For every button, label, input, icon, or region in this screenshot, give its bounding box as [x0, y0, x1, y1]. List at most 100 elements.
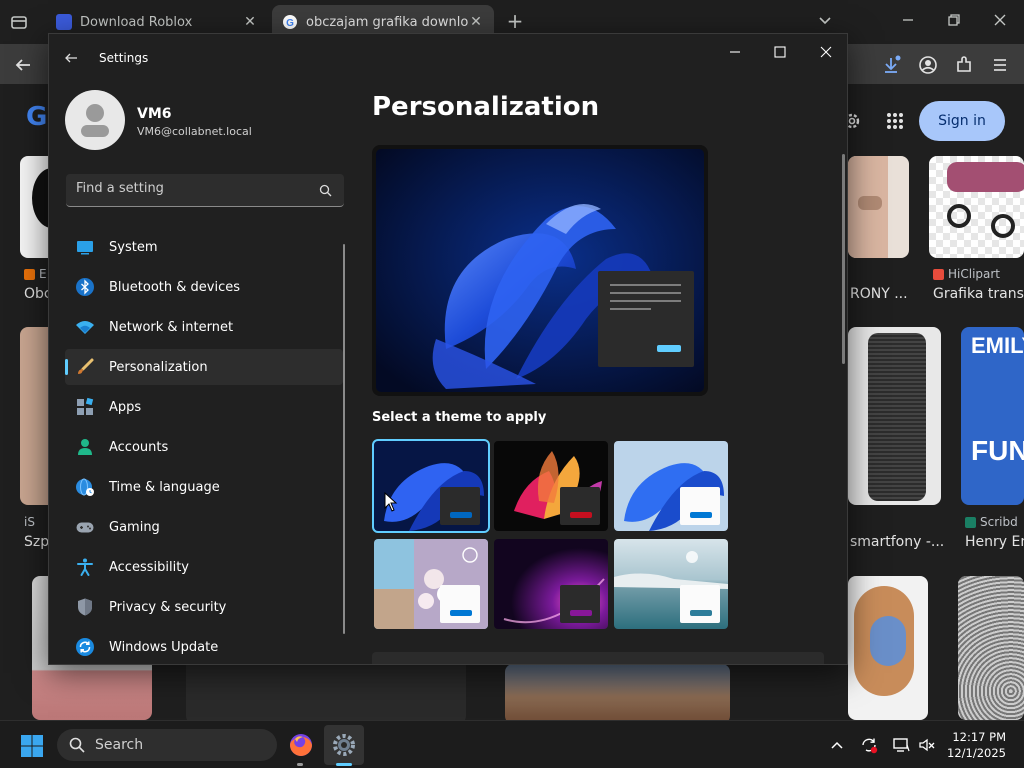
- nav-item-accessibility[interactable]: Accessibility: [65, 549, 343, 585]
- result-thumbnail[interactable]: EMILY FUN: [961, 327, 1024, 505]
- result-source: Scribd: [965, 515, 1018, 529]
- nav-scrollbar[interactable]: [343, 244, 345, 634]
- avatar[interactable]: [65, 90, 125, 150]
- profile-icon[interactable]: [917, 54, 939, 76]
- search-icon[interactable]: [319, 184, 332, 197]
- nav-item-time-language[interactable]: Time & language: [65, 469, 343, 505]
- restore-icon[interactable]: [944, 10, 964, 30]
- clock-date: 12/1/2025: [947, 746, 1006, 760]
- theme-tile-glow[interactable]: [494, 441, 608, 531]
- nav-item-bluetooth[interactable]: Bluetooth & devices: [65, 269, 343, 305]
- main-scrollbar[interactable]: [842, 154, 845, 364]
- person-icon: [78, 439, 92, 455]
- network-display-icon[interactable]: [892, 736, 910, 754]
- shield-icon: [78, 598, 92, 616]
- tab-close-icon[interactable]: ✕: [468, 14, 484, 30]
- google-logo[interactable]: G: [26, 102, 47, 132]
- bloom-wallpaper-preview: [376, 149, 704, 392]
- close-icon[interactable]: [816, 42, 836, 62]
- nav-item-label: Gaming: [109, 519, 160, 535]
- result-thumbnail[interactable]: [848, 576, 928, 720]
- nav-item-gaming[interactable]: Gaming: [65, 509, 343, 545]
- taskbar-search[interactable]: Search: [57, 729, 277, 761]
- nav-item-label: Accessibility: [109, 559, 189, 575]
- nav-item-label: Personalization: [109, 359, 208, 375]
- result-title[interactable]: Henry En: [965, 534, 1024, 550]
- result-thumbnail[interactable]: [848, 156, 909, 258]
- back-arrow-icon[interactable]: [63, 50, 79, 66]
- result-title[interactable]: Szp: [24, 534, 49, 550]
- maximize-icon[interactable]: [770, 42, 790, 62]
- tab-label: obczajam grafika download - G: [306, 14, 468, 30]
- nav-item-label: Privacy & security: [109, 599, 227, 615]
- result-thumbnail[interactable]: [505, 664, 730, 720]
- find-setting-input[interactable]: [76, 181, 306, 196]
- nav-item-label: Accounts: [109, 439, 169, 455]
- theme-tile-captured-motion[interactable]: [494, 539, 608, 629]
- apps-grid-icon[interactable]: [886, 112, 904, 130]
- nav-item-apps[interactable]: Apps: [65, 389, 343, 425]
- result-title[interactable]: Grafika transp: [933, 286, 1024, 302]
- apps-icon: [77, 397, 94, 415]
- tab-search-icon[interactable]: [8, 11, 30, 33]
- result-source: iS: [24, 515, 35, 529]
- close-icon[interactable]: [990, 10, 1010, 30]
- windows-start-icon[interactable]: [20, 734, 44, 758]
- settings-card[interactable]: [372, 652, 824, 664]
- nav-item-windows-update[interactable]: Windows Update: [65, 629, 343, 664]
- tab-label: Download Roblox: [80, 14, 193, 30]
- clock-time: 12:17 PM: [952, 730, 1006, 744]
- extensions-icon[interactable]: [953, 54, 975, 76]
- search-icon: [69, 737, 85, 753]
- nav-item-label: Windows Update: [109, 639, 219, 655]
- nav-item-privacy-security[interactable]: Privacy & security: [65, 589, 343, 625]
- accessibility-icon: [77, 558, 93, 576]
- running-indicator: [297, 763, 303, 766]
- settings-title: Settings: [99, 51, 149, 65]
- result-title[interactable]: RONY ...: [850, 286, 908, 302]
- minimize-icon[interactable]: [898, 10, 918, 30]
- theme-tile-spotlight[interactable]: [374, 539, 488, 629]
- chevron-down-icon[interactable]: [816, 12, 834, 30]
- book-cover-text: FUN: [971, 435, 1024, 466]
- result-thumbnail[interactable]: [848, 327, 941, 505]
- system-icon: [77, 241, 93, 255]
- theme-tile-windows-light[interactable]: [614, 441, 728, 531]
- nav-item-label: Network & internet: [109, 319, 234, 335]
- book-cover-text: EMILY: [971, 333, 1024, 358]
- bluetooth-icon: [76, 278, 94, 296]
- profile-email: VM6@collabnet.local: [137, 125, 252, 138]
- back-arrow-icon[interactable]: [12, 54, 34, 76]
- result-thumbnail[interactable]: [958, 576, 1024, 720]
- taskbar-clock[interactable]: 12:17 PM 12/1/2025: [946, 729, 1006, 761]
- result-source: HiClipart: [933, 267, 1000, 281]
- minimize-icon[interactable]: [725, 42, 745, 62]
- roblox-favicon-icon: [56, 14, 72, 30]
- nav-item-label: Bluetooth & devices: [109, 279, 240, 295]
- nav-item-personalization[interactable]: Personalization: [65, 349, 343, 385]
- tab-close-icon[interactable]: ✕: [242, 14, 258, 30]
- download-icon[interactable]: [880, 54, 902, 76]
- update-icon: [76, 638, 94, 656]
- settings-titlebar: Settings: [49, 34, 847, 82]
- settings-gear-icon[interactable]: [329, 730, 359, 760]
- sync-alert-icon[interactable]: [860, 736, 878, 754]
- active-indicator: [336, 763, 352, 766]
- nav-item-label: System: [109, 239, 158, 255]
- nav-item-accounts[interactable]: Accounts: [65, 429, 343, 465]
- find-setting-box[interactable]: [66, 174, 344, 207]
- sign-in-button[interactable]: Sign in: [919, 101, 1005, 141]
- theme-tile-windows-dark[interactable]: [372, 439, 490, 533]
- theme-tile-flow[interactable]: [614, 539, 728, 629]
- nav-item-system[interactable]: System: [65, 229, 343, 265]
- result-title[interactable]: smartfony -...: [850, 534, 944, 550]
- result-thumbnail[interactable]: [929, 156, 1024, 258]
- settings-nav: System Bluetooth & devices Network & int…: [65, 229, 343, 664]
- volume-muted-icon[interactable]: [918, 736, 936, 754]
- new-tab-button[interactable]: +: [504, 10, 526, 32]
- nav-item-network[interactable]: Network & internet: [65, 309, 343, 345]
- chevron-up-icon[interactable]: [828, 736, 846, 754]
- firefox-icon[interactable]: [286, 730, 316, 760]
- menu-icon[interactable]: [989, 54, 1011, 76]
- theme-heading: Select a theme to apply: [372, 410, 547, 425]
